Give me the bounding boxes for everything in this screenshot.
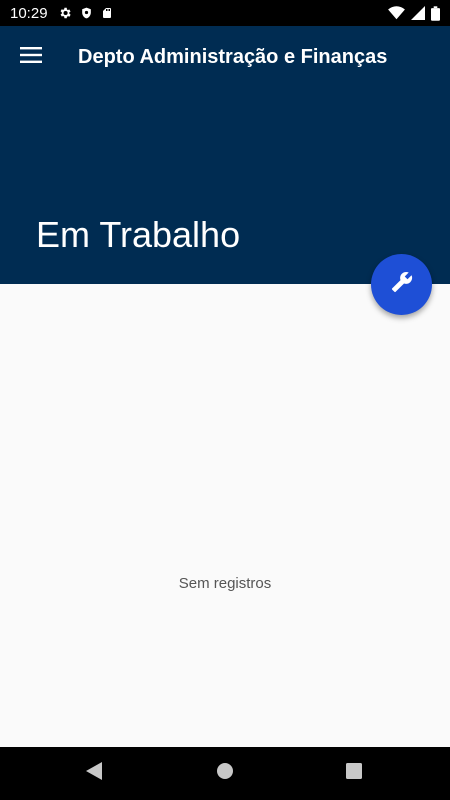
home-icon — [216, 762, 234, 785]
recents-button[interactable] — [324, 747, 384, 800]
sd-card-icon — [101, 6, 113, 20]
content-area: Sem registros — [0, 284, 450, 747]
status-right-icons — [388, 5, 440, 21]
wifi-icon — [388, 6, 405, 20]
status-left-icons — [58, 6, 113, 20]
status-time: 10:29 — [10, 4, 48, 22]
wrench-icon — [391, 271, 413, 298]
gear-icon — [58, 6, 72, 20]
status-bar: 10:29 — [0, 0, 450, 26]
recents-icon — [346, 763, 362, 784]
toolbar: Depto Administração e Finanças — [0, 26, 450, 88]
back-button[interactable] — [64, 747, 124, 800]
shield-icon — [80, 6, 93, 20]
signal-icon — [411, 6, 425, 20]
section-title: Em Trabalho — [36, 214, 241, 255]
wrench-fab-button[interactable] — [371, 254, 432, 315]
back-icon — [86, 762, 102, 785]
system-navigation-bar — [0, 747, 450, 800]
empty-state-message: Sem registros — [178, 575, 272, 592]
hamburger-menu-icon — [20, 46, 42, 69]
menu-button[interactable] — [0, 26, 62, 88]
battery-icon — [431, 5, 440, 21]
app-bar: Depto Administração e Finanças Em Trabal… — [0, 26, 450, 284]
app-title: Depto Administração e Finanças — [78, 45, 388, 68]
home-button[interactable] — [195, 747, 255, 800]
